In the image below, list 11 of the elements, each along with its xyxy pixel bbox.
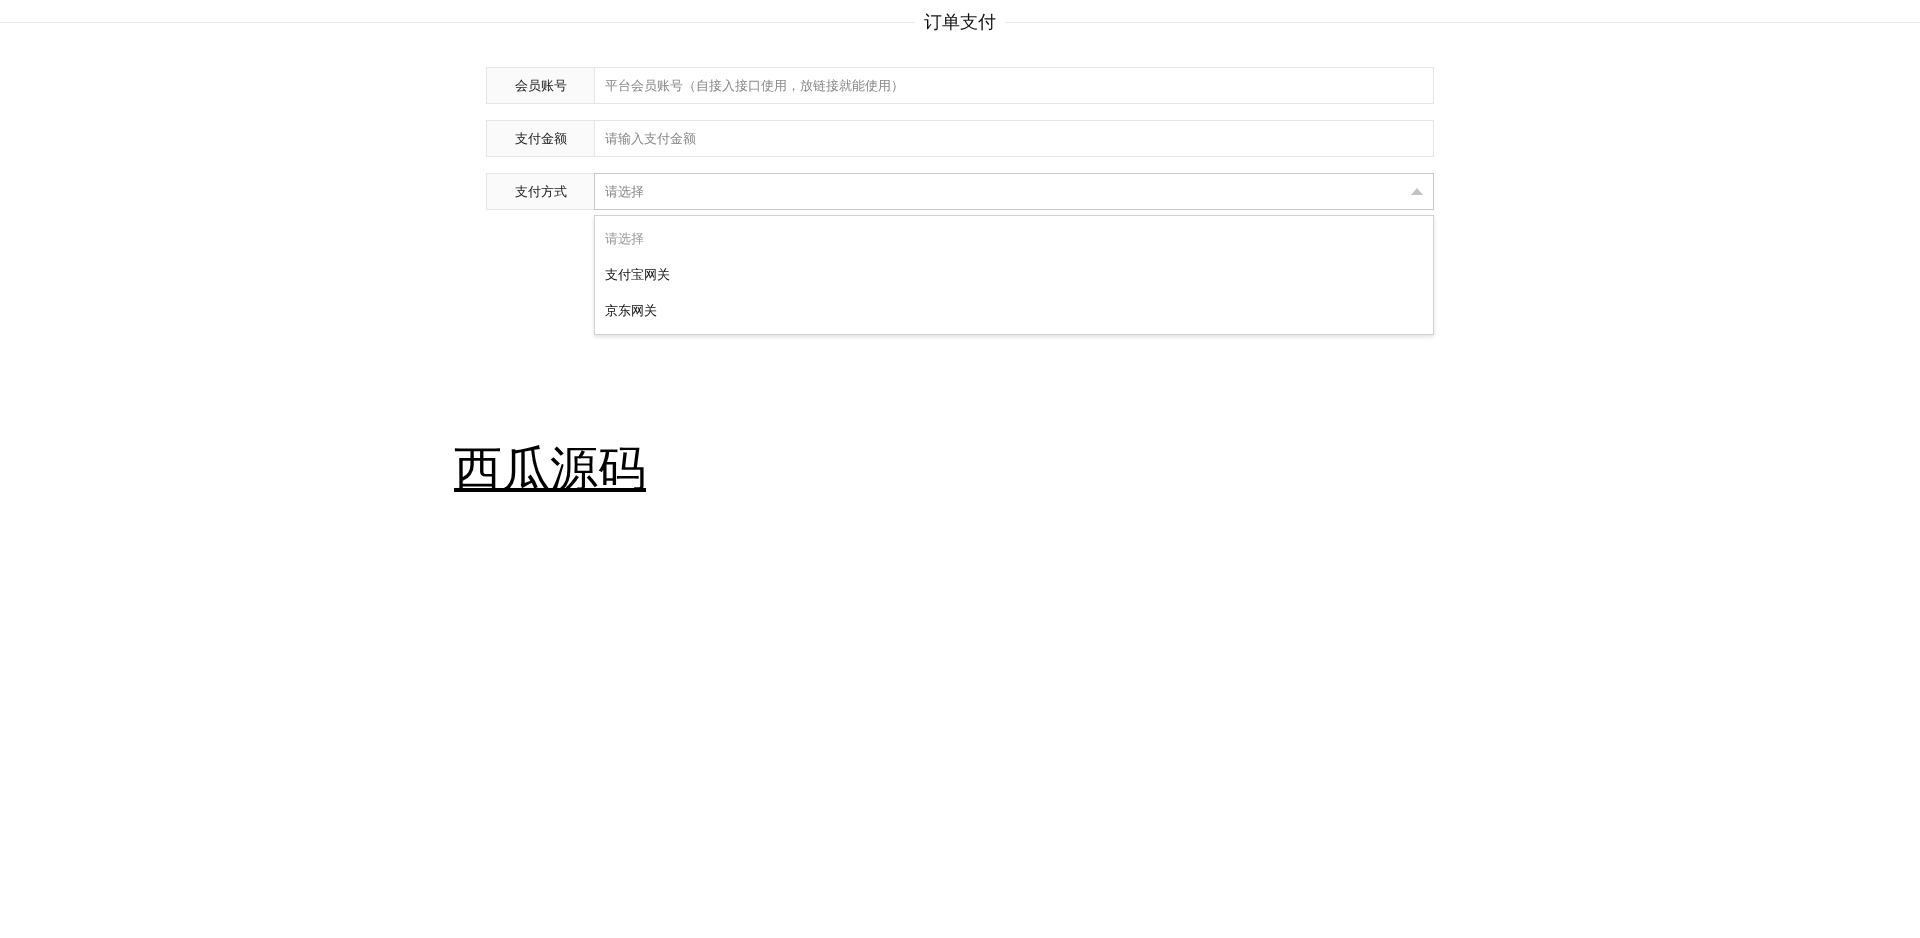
select-field[interactable]: 请选择 bbox=[594, 173, 1434, 210]
page-title: 订单支付 bbox=[924, 10, 996, 34]
input-field[interactable]: 请输入支付金额 bbox=[594, 120, 1434, 157]
input-field[interactable]: 平台会员账号（自接入接口使用，放链接就能使用） bbox=[594, 67, 1434, 104]
field-label: 支付金额 bbox=[486, 120, 594, 157]
dropdown-option[interactable]: 京东网关 bbox=[595, 293, 1433, 329]
caret-icon bbox=[1411, 188, 1423, 195]
field-label: 会员账号 bbox=[486, 67, 594, 104]
site-link[interactable]: 西瓜源码 bbox=[454, 440, 646, 496]
dropdown-option[interactable]: 支付宝网关 bbox=[595, 257, 1433, 293]
field-label: 支付方式 bbox=[486, 173, 594, 210]
